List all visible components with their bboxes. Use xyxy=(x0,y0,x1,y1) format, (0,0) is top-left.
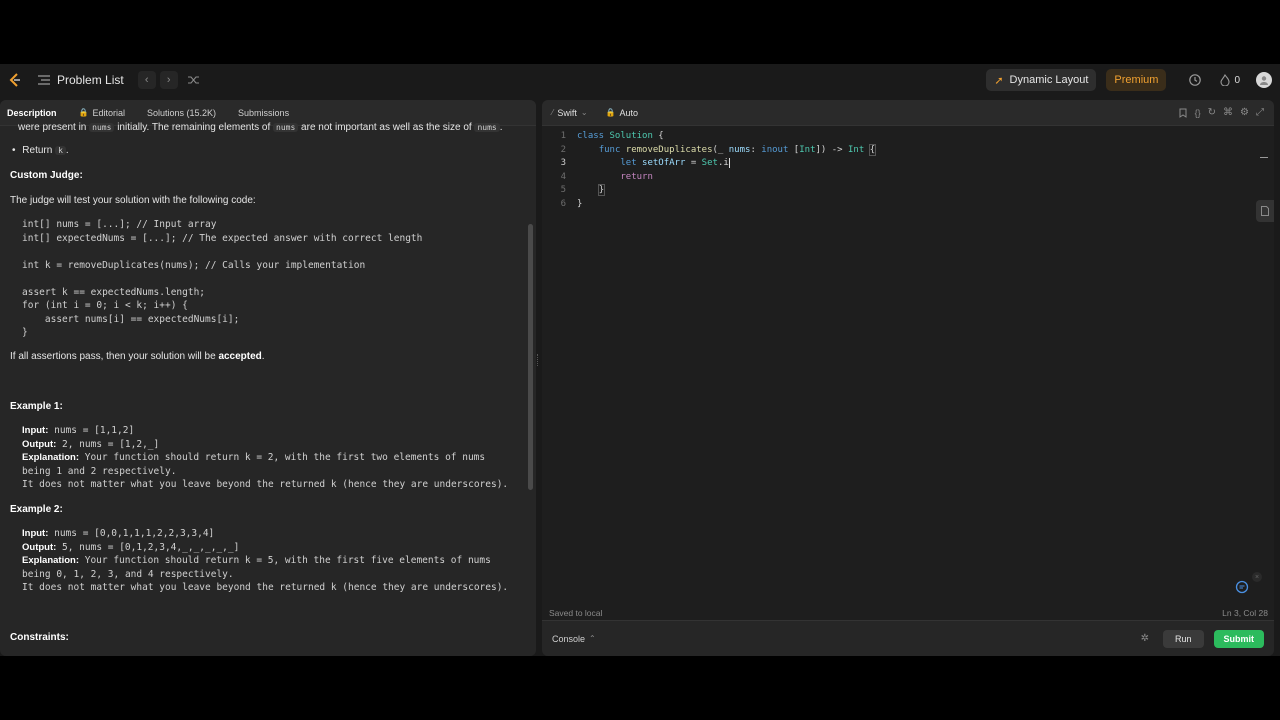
tab-solutions[interactable]: Solutions (15.2K) xyxy=(147,108,216,118)
braces-icon[interactable]: {} xyxy=(1195,107,1201,118)
dynamic-layout-button[interactable]: ➚ Dynamic Layout xyxy=(986,69,1097,91)
text-cursor xyxy=(728,158,730,168)
chevron-up-icon: ⌃ xyxy=(589,634,596,643)
code-text-area[interactable]: class Solution { func removeDuplicates(_… xyxy=(577,130,877,211)
run-button[interactable]: Run xyxy=(1162,629,1204,648)
editor-toolbar: ⁄ Swift ⌄ 🔒 Auto {} ↻ ⌘ ⚙ ⤢ xyxy=(542,100,1274,126)
logo-icon[interactable] xyxy=(8,73,22,87)
timer-icon[interactable] xyxy=(1188,73,1202,87)
tab-editorial[interactable]: 🔒 Editorial xyxy=(79,108,125,118)
submit-label: Submit xyxy=(1223,633,1255,644)
next-problem-button[interactable]: › xyxy=(159,71,178,89)
left-scrollbar[interactable] xyxy=(528,224,533,490)
judge-code-block: int[] nums = [...]; // Input array int[] … xyxy=(22,219,423,338)
settings-gear-icon[interactable]: ⚙ xyxy=(1240,107,1249,118)
reset-icon[interactable]: ↻ xyxy=(1208,107,1216,118)
lock-icon: 🔒 xyxy=(605,108,616,117)
tab-description[interactable]: Description xyxy=(7,108,57,118)
tab-submissions[interactable]: Submissions xyxy=(238,108,289,118)
list-icon[interactable] xyxy=(38,75,50,85)
avatar[interactable] xyxy=(1256,72,1272,88)
chevron-down-icon: ⌄ xyxy=(580,108,588,117)
tab-editorial-label: Editorial xyxy=(92,107,125,118)
expand-icon[interactable]: ⤢ xyxy=(1256,107,1264,118)
app-window: Problem List ‹ › ➚ Dynamic Layout Premiu… xyxy=(0,64,1280,656)
bullet-return: • Return k. xyxy=(12,145,69,156)
tab-solutions-label: Solutions (15.2K) xyxy=(147,107,217,118)
example-1-block: Input: nums = [1,1,2] Output: 2, nums = [… xyxy=(22,425,509,490)
close-small-icon[interactable]: × xyxy=(1252,572,1262,582)
problem-list-label: Problem List xyxy=(57,73,124,87)
fire-icon[interactable] xyxy=(1220,74,1230,86)
editor-status-bar: Saved to local Ln 3, Col 28 xyxy=(542,604,1274,620)
rocket-icon: ➚ xyxy=(994,74,1004,87)
shortcut-icon[interactable]: ⌘ xyxy=(1223,107,1233,118)
example-1-heading: Example 1: xyxy=(10,401,63,412)
premium-label: Premium xyxy=(1114,74,1159,86)
premium-button[interactable]: Premium xyxy=(1106,69,1167,91)
run-label: Run xyxy=(1174,633,1192,644)
tab-description-label: Description xyxy=(7,107,57,118)
code-editor-panel: ⁄ Swift ⌄ 🔒 Auto {} ↻ ⌘ ⚙ ⤢ 1 2 3 4 5 6 … xyxy=(542,100,1274,656)
tab-submissions-label: Submissions xyxy=(238,107,290,118)
example-2-heading: Example 2: xyxy=(10,504,63,515)
line-numbers: 1 2 3 4 5 6 xyxy=(560,131,566,209)
description-panel: Description 🔒 Editorial Solutions (15.2K)… xyxy=(0,100,536,656)
feedback-icon[interactable] xyxy=(1235,580,1249,594)
console-label: Console xyxy=(552,633,586,644)
editor-actions: {} ↻ ⌘ ⚙ ⤢ xyxy=(1178,107,1264,118)
panel-resize-handle[interactable] xyxy=(537,354,539,366)
custom-judge-heading: Custom Judge: xyxy=(10,170,83,181)
console-bar: Console ⌃ ✲ Run Submit xyxy=(542,620,1274,656)
code-icon: ⁄ xyxy=(552,108,554,117)
file-icon[interactable] xyxy=(1256,200,1274,222)
top-nav: Problem List ‹ › ➚ Dynamic Layout Premiu… xyxy=(0,64,1280,96)
debug-icon[interactable]: ✲ xyxy=(1141,633,1149,644)
submit-button[interactable]: Submit xyxy=(1213,629,1264,648)
judge-text: The judge will test your solution with t… xyxy=(10,195,256,206)
cursor-position: Ln 3, Col 28 xyxy=(1222,608,1268,618)
lock-icon: 🔒 xyxy=(78,108,89,117)
pass-text: If all assertions pass, then your soluti… xyxy=(10,351,265,362)
problem-list-link[interactable]: Problem List xyxy=(57,73,124,87)
example-2-block: Input: nums = [0,0,1,1,1,2,2,3,3,4] Outpu… xyxy=(22,528,509,593)
language-select[interactable]: ⁄ Swift ⌄ xyxy=(552,108,588,118)
mode-label: Auto xyxy=(619,107,639,118)
console-toggle[interactable]: Console ⌃ xyxy=(552,634,596,644)
auto-mode-toggle[interactable]: 🔒 Auto xyxy=(606,108,638,118)
prev-problem-button[interactable]: ‹ xyxy=(137,71,156,89)
dynamic-layout-label: Dynamic Layout xyxy=(1009,74,1089,86)
shuffle-icon[interactable] xyxy=(187,75,200,85)
streak-count: 0 xyxy=(1234,74,1240,86)
cut-line: were present in nums initially. The rema… xyxy=(18,122,503,133)
constraints-heading: Constraints: xyxy=(10,632,69,643)
editor-minimap-marker xyxy=(1260,157,1268,158)
language-label: Swift xyxy=(557,107,577,118)
save-status: Saved to local xyxy=(549,608,603,618)
bookmark-icon[interactable] xyxy=(1178,107,1188,118)
